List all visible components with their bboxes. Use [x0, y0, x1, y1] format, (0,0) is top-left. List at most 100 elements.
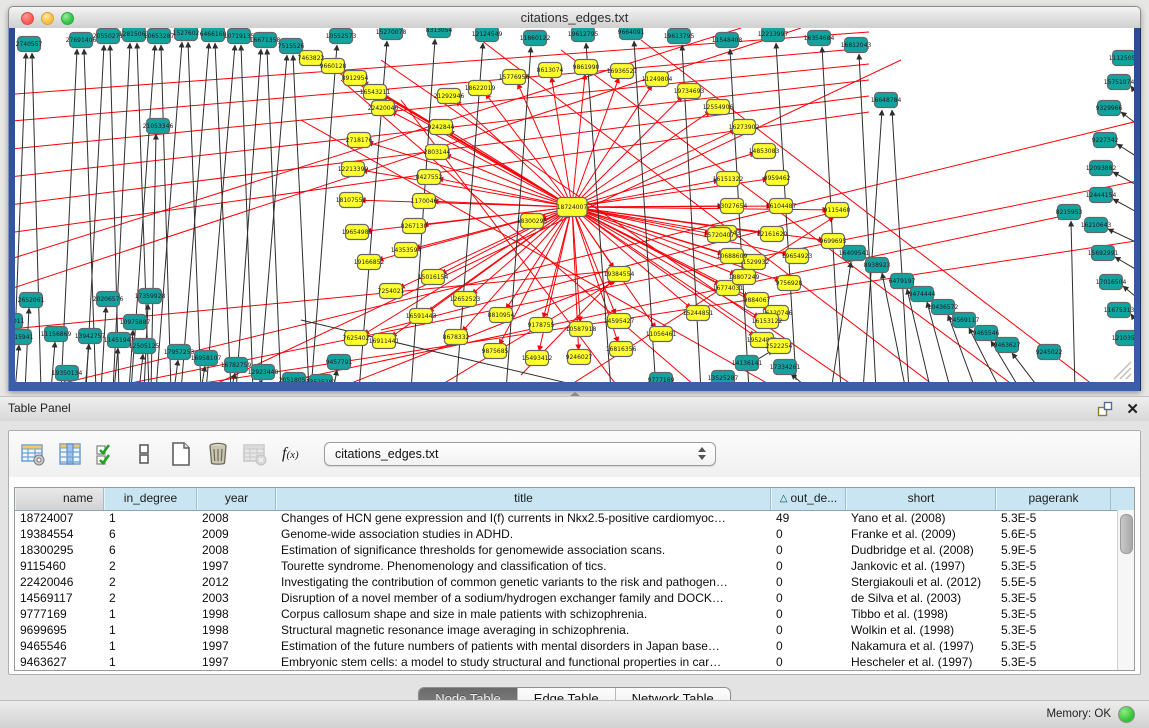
graph-node[interactable]: 18622019 — [465, 81, 496, 96]
network-canvas[interactable]: 2740557276914062055027112815063106532871… — [15, 28, 1134, 382]
delete-column-icon[interactable] — [205, 441, 231, 467]
graph-edge[interactable] — [892, 110, 909, 382]
vertical-scrollbar[interactable] — [1117, 510, 1134, 670]
graph-node[interactable]: 8267130 — [401, 219, 428, 234]
graph-node[interactable]: 11548408 — [712, 33, 743, 48]
graph-node[interactable]: 9457791 — [326, 355, 353, 370]
graph-edge[interactable] — [572, 207, 710, 234]
graph-node[interactable]: 16911441 — [369, 334, 400, 349]
graph-edge[interactable] — [110, 45, 119, 382]
graph-edge[interactable] — [139, 354, 143, 382]
table-row[interactable]: 946554611997Estimation of the future num… — [15, 638, 1118, 654]
graph-node[interactable]: 8959462 — [764, 171, 791, 186]
graph-edge[interactable] — [572, 74, 585, 207]
graph-node[interactable]: 9242844 — [428, 120, 455, 135]
graph-node[interactable]: 14853083 — [749, 144, 780, 159]
graph-node[interactable]: 9777169 — [648, 373, 675, 383]
graph-edge[interactable] — [101, 307, 106, 382]
graph-node[interactable]: 12923448 — [248, 365, 279, 380]
graph-node[interactable]: 15493412 — [522, 351, 553, 366]
graph-edge[interactable] — [791, 374, 811, 382]
graph-node[interactable]: 11860122 — [520, 31, 551, 46]
graph-node[interactable]: 16812043 — [841, 38, 872, 53]
graph-node[interactable]: 12213997 — [758, 28, 789, 42]
graph-node[interactable]: 15751074 — [1104, 75, 1134, 90]
graph-node[interactable]: 16671358 — [250, 33, 281, 48]
function-builder-icon[interactable]: f(x) — [282, 445, 312, 463]
graph-edge[interactable] — [188, 42, 201, 382]
scrollbar-thumb[interactable] — [1120, 514, 1133, 554]
graph-node[interactable]: 17334261 — [770, 360, 801, 375]
graph-node[interactable]: 12103544 — [1112, 331, 1134, 346]
table-row[interactable]: 946362711997Embryonic stem cells: a mode… — [15, 654, 1118, 670]
graph-edge[interactable] — [411, 39, 435, 382]
graph-node[interactable]: 9227342 — [1092, 133, 1119, 148]
graph-node[interactable]: 12554906 — [703, 100, 734, 115]
graph-edge[interactable] — [241, 45, 253, 382]
table-row[interactable]: 2242004622012Investigating the contribut… — [15, 574, 1118, 590]
column-header-name[interactable]: name — [15, 488, 104, 510]
memory-ok-icon[interactable] — [1118, 706, 1135, 723]
graph-node[interactable]: 8313054 — [426, 28, 453, 38]
graph-edge[interactable] — [1012, 353, 1041, 382]
graph-edge[interactable] — [131, 45, 155, 382]
graph-node[interactable]: 19613795 — [664, 29, 695, 44]
graph-edge[interactable] — [423, 207, 572, 225]
graph-node[interactable]: 16104487 — [766, 199, 797, 214]
graph-edge[interactable] — [391, 111, 572, 207]
graph-node[interactable]: 15016154 — [418, 270, 449, 285]
graph-node[interactable]: 11125052 — [1109, 51, 1134, 66]
table-settings-icon[interactable] — [20, 441, 46, 467]
graph-node[interactable]: 10688609 — [717, 249, 748, 264]
graph-node[interactable]: 8938923 — [864, 258, 891, 273]
graph-node[interactable]: 19166852 — [354, 255, 385, 270]
graph-node[interactable]: 16210643 — [1081, 218, 1112, 233]
graph-edge[interactable] — [32, 53, 41, 382]
graph-node[interactable]: 16354684 — [804, 31, 835, 46]
graph-node[interactable]: 9884067 — [744, 293, 771, 308]
graph-edge[interactable] — [456, 101, 572, 207]
graph-edge[interactable] — [1108, 229, 1134, 245]
graph-edge[interactable] — [15, 345, 19, 382]
graph-node[interactable]: 7625402 — [343, 331, 370, 346]
graph-node[interactable]: 15776956 — [499, 70, 530, 85]
graph-node[interactable]: 9699695 — [820, 234, 847, 249]
table-select-dropdown[interactable]: citations_edges.txt — [324, 442, 716, 466]
column-header-short[interactable]: short — [846, 488, 996, 510]
graph-node[interactable]: 14353594 — [391, 243, 422, 258]
graph-node[interactable]: 12444154 — [1086, 188, 1117, 203]
column-header-out_degree[interactable]: △out_de... — [771, 488, 846, 510]
column-header-title[interactable]: title — [276, 488, 771, 510]
delete-table-icon[interactable] — [242, 441, 268, 467]
graph-node[interactable]: 9463627 — [994, 338, 1021, 353]
graph-node[interactable]: 19654923 — [782, 249, 813, 264]
graph-node[interactable]: 1527602 — [173, 28, 200, 41]
graph-node[interactable]: 11675313 — [1104, 303, 1134, 318]
graph-node[interactable]: 9245022 — [1036, 345, 1063, 360]
graph-node[interactable]: 19350134 — [52, 366, 83, 381]
graph-edge[interactable] — [561, 50, 1021, 382]
window-titlebar[interactable]: citations_edges.txt — [8, 6, 1141, 30]
graph-edge[interactable] — [551, 77, 572, 207]
graph-node[interactable]: 9465546 — [973, 326, 1000, 341]
graph-node[interactable]: 8215953 — [1056, 205, 1083, 220]
graph-edge[interactable] — [1131, 86, 1134, 102]
graph-node[interactable]: 18807249 — [729, 270, 760, 285]
graph-node[interactable]: 16409541 — [839, 246, 870, 261]
graph-node[interactable]: 13525281 — [306, 375, 337, 383]
graph-node[interactable]: 9875685 — [482, 344, 509, 359]
graph-node[interactable]: 16273902 — [729, 120, 760, 135]
graph-edge[interactable] — [259, 55, 287, 382]
graph-node[interactable]: 12161620 — [757, 227, 788, 242]
graph-node[interactable]: 15244851 — [683, 306, 714, 321]
graph-node[interactable]: 8912954 — [342, 71, 369, 86]
graph-node[interactable]: 10587918 — [566, 322, 597, 337]
graph-node[interactable]: 18107552 — [336, 193, 367, 208]
graph-edge[interactable] — [1123, 286, 1134, 302]
graph-edge[interactable] — [15, 64, 869, 150]
graph-node[interactable]: 3915941 — [15, 330, 34, 345]
graph-edge[interactable] — [215, 43, 231, 382]
graph-node[interactable]: 9664091 — [618, 28, 645, 40]
graph-node[interactable]: 16648784 — [871, 93, 902, 108]
graph-node[interactable]: 16958107 — [191, 351, 222, 366]
